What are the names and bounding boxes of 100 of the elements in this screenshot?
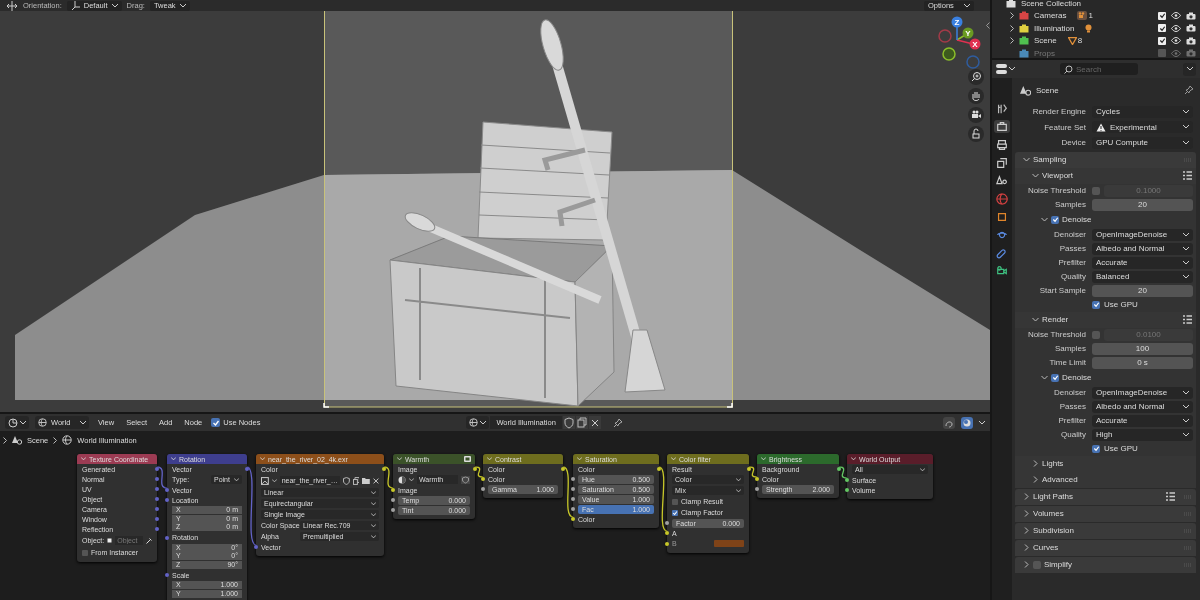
panel-header[interactable]: Simplify <box>1044 560 1072 569</box>
socket-dot[interactable] <box>657 467 661 471</box>
checkbox[interactable] <box>211 418 221 427</box>
node-group-icon[interactable] <box>464 456 471 462</box>
socket-dot[interactable] <box>165 498 169 502</box>
socket-dot[interactable] <box>747 467 751 471</box>
panel-header[interactable]: Curves <box>1033 543 1059 552</box>
checkbox[interactable] <box>1033 560 1041 569</box>
presets-list-icon[interactable] <box>1183 171 1192 180</box>
dropdown[interactable]: Albedo and Normal <box>1092 242 1193 255</box>
dropdown[interactable]: GPU Compute <box>1092 136 1193 149</box>
outliner-item[interactable]: Cameras <box>1034 11 1067 21</box>
socket-dot[interactable] <box>155 527 159 531</box>
eye-icon[interactable] <box>1171 37 1181 45</box>
socket-dot[interactable] <box>837 467 841 471</box>
checkbox[interactable] <box>1051 373 1059 382</box>
panel-header[interactable]: Volumes <box>1033 509 1064 518</box>
socket-dot[interactable] <box>571 517 575 521</box>
editor-type-button[interactable] <box>996 64 1015 74</box>
eye-icon[interactable] <box>1171 12 1181 20</box>
caret-icon[interactable] <box>397 457 402 461</box>
duplicate-icon[interactable] <box>352 476 360 485</box>
overlay-toggle-icon[interactable] <box>961 416 973 429</box>
shield-icon[interactable] <box>342 476 350 485</box>
printer-icon[interactable] <box>994 138 1010 151</box>
socket-dot[interactable] <box>382 467 386 471</box>
socket-dot[interactable] <box>845 488 849 492</box>
socket-dot[interactable] <box>755 477 759 481</box>
gizmo-axis[interactable]: Z <box>951 16 963 41</box>
search-field[interactable]: Search <box>1060 63 1138 75</box>
light-bulb-icon[interactable] <box>1085 23 1093 33</box>
socket-dot[interactable] <box>845 478 849 482</box>
globe-icon[interactable] <box>994 192 1010 205</box>
dropdown[interactable]: Accurate <box>1092 414 1193 427</box>
folder-icon[interactable] <box>362 477 371 484</box>
socket-dot[interactable] <box>473 467 477 471</box>
checkbox[interactable] <box>1092 330 1100 339</box>
camera-icon[interactable] <box>1186 24 1196 33</box>
panel-header[interactable]: Light Paths <box>1033 492 1074 501</box>
dropdown[interactable]: Albedo and Normal <box>1092 400 1193 413</box>
image-icon[interactable] <box>261 476 269 485</box>
checkbox[interactable] <box>1092 186 1100 195</box>
socket-dot[interactable] <box>165 488 169 492</box>
eyedropper-icon[interactable] <box>146 537 152 544</box>
socket-dot[interactable] <box>155 517 159 521</box>
movie-camera-icon[interactable] <box>1077 11 1088 21</box>
dropdown[interactable]: Experimental <box>1092 121 1193 134</box>
socket-dot[interactable] <box>254 545 258 549</box>
socket-dot[interactable] <box>165 535 169 540</box>
socket-dot[interactable] <box>391 498 395 502</box>
socket-dot[interactable] <box>165 573 169 577</box>
socket-dot[interactable] <box>571 507 575 511</box>
socket-dot[interactable] <box>155 497 159 501</box>
camera-icon[interactable] <box>994 264 1010 277</box>
movie-camera-icon[interactable] <box>968 107 984 123</box>
socket-dot[interactable] <box>665 521 669 525</box>
stacked-images-icon[interactable] <box>994 156 1010 169</box>
socket-dot[interactable] <box>571 477 575 481</box>
socket-dot[interactable] <box>665 541 669 546</box>
sidebar-toggle-icon[interactable] <box>986 22 990 29</box>
checkbox[interactable] <box>1051 215 1059 224</box>
panel-header[interactable]: Subdivision <box>1033 526 1074 535</box>
camera-icon[interactable] <box>1186 11 1196 20</box>
socket-dot[interactable] <box>665 531 669 535</box>
close-icon[interactable] <box>588 416 601 429</box>
socket-dot[interactable] <box>561 467 565 471</box>
presets-list-icon[interactable] <box>1183 315 1192 324</box>
gizmo-axis[interactable]: X <box>956 38 981 50</box>
dropdown[interactable]: High <box>1092 428 1193 441</box>
pin-icon[interactable] <box>612 417 623 428</box>
caret-icon[interactable] <box>271 478 277 483</box>
socket-dot[interactable] <box>155 467 159 471</box>
panel-header[interactable]: Advanced <box>1042 475 1078 484</box>
caret-icon[interactable] <box>851 457 856 461</box>
world-browse-button[interactable] <box>466 416 490 429</box>
socket-dot[interactable] <box>391 488 395 492</box>
dropdown[interactable]: Cycles <box>1092 105 1193 118</box>
number-field[interactable]: 100 <box>1092 342 1193 355</box>
dropdown[interactable]: OpenImageDenoise <box>1092 386 1193 399</box>
options-dropdown[interactable] <box>1183 62 1196 76</box>
socket-dot[interactable] <box>755 487 759 491</box>
eye-icon[interactable] <box>1171 24 1181 32</box>
unlocked-padlock-icon[interactable] <box>968 126 984 142</box>
checkbox[interactable] <box>82 549 88 556</box>
sphere-icon[interactable] <box>398 475 406 484</box>
color-swatch[interactable] <box>714 540 744 547</box>
shield-icon[interactable] <box>562 416 575 429</box>
outliner-item[interactable]: Illumination <box>1034 23 1075 33</box>
socket-dot[interactable] <box>391 508 395 512</box>
checkbox[interactable] <box>1158 49 1166 58</box>
checkbox[interactable] <box>1158 36 1166 45</box>
outliner-item[interactable]: Scene Collection <box>1021 0 1082 8</box>
pin-icon[interactable] <box>1184 85 1194 95</box>
number-field[interactable]: 20 <box>1092 198 1193 211</box>
panel-header[interactable]: Sampling <box>1033 155 1067 164</box>
move-icon[interactable] <box>6 0 18 11</box>
editor-type-button[interactable] <box>5 416 29 429</box>
close-icon[interactable] <box>373 477 379 484</box>
caret-icon[interactable] <box>979 420 985 425</box>
camera-back-icon[interactable] <box>994 120 1010 133</box>
